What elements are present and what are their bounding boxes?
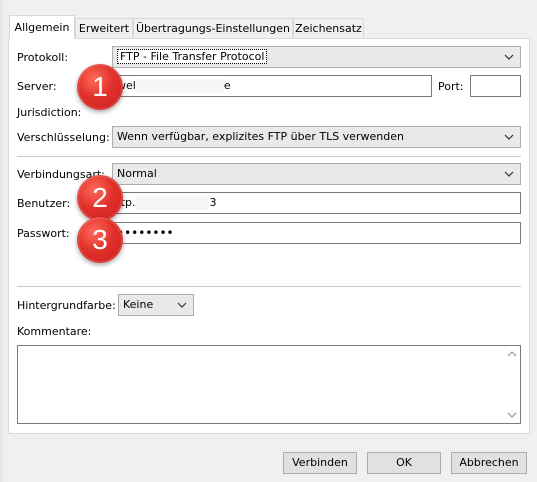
server-redacted <box>135 79 224 93</box>
hintergrundfarbe-select[interactable]: Keine <box>118 294 194 316</box>
verbindungsart-value: Normal <box>117 167 157 180</box>
chevron-down-icon <box>177 302 187 308</box>
server-value-end: e <box>223 79 231 92</box>
verschluesselung-label: Verschlüsselung: <box>17 131 110 144</box>
protokoll-select[interactable]: FTP - File Transfer Protocol <box>112 46 521 68</box>
kommentare-textarea[interactable] <box>17 345 521 424</box>
kommentare-scrollbar[interactable] <box>504 346 520 423</box>
chevron-down-icon <box>504 54 514 60</box>
separator-1 <box>17 156 521 157</box>
passwort-value: •••••••• <box>117 226 174 240</box>
verschluesselung-select[interactable]: Wenn verfügbar, explizites FTP über TLS … <box>112 126 521 148</box>
chevron-down-icon <box>504 171 514 177</box>
benutzer-redacted <box>135 196 210 210</box>
benutzer-input[interactable]: ftp. 3 <box>112 192 521 214</box>
verbindungsart-select[interactable]: Normal <box>112 163 521 185</box>
separator-2 <box>17 286 521 287</box>
passwort-label: Passwort: <box>17 227 70 240</box>
protokoll-value: FTP - File Transfer Protocol <box>117 49 268 64</box>
protokoll-label: Protokoll: <box>17 51 69 64</box>
scroll-up-arrow-icon[interactable] <box>504 346 520 362</box>
annotation-badge-2: 2 <box>77 175 123 221</box>
kommentare-label: Kommentare: <box>17 325 92 338</box>
chevron-down-icon <box>504 134 514 140</box>
annotation-badge-3: 3 <box>77 217 123 263</box>
server-label: Server: <box>17 80 57 93</box>
scroll-down-arrow-icon[interactable] <box>504 407 520 423</box>
benutzer-value-end: 3 <box>209 196 217 209</box>
jurisdiction-label: Jurisdiction: <box>17 106 82 119</box>
port-label: Port: <box>438 80 464 93</box>
hintergrundfarbe-label: Hintergrundfarbe: <box>17 299 116 312</box>
passwort-input[interactable]: •••••••• <box>112 222 521 244</box>
port-input[interactable] <box>470 75 521 97</box>
server-input[interactable]: wel e <box>112 75 432 97</box>
annotation-badge-1: 1 <box>77 64 123 110</box>
verschluesselung-value: Wenn verfügbar, explizites FTP über TLS … <box>117 130 404 143</box>
benutzer-label: Benutzer: <box>17 197 71 210</box>
hintergrundfarbe-value: Keine <box>123 298 154 311</box>
